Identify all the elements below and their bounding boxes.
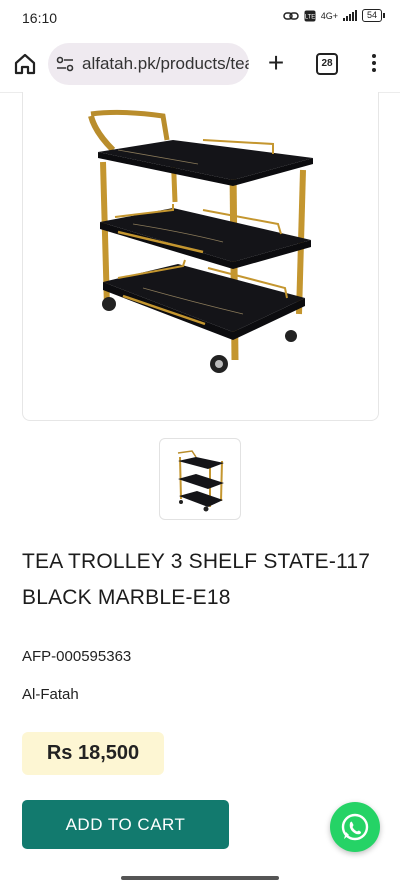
product-main-image[interactable] [22,92,379,421]
battery-indicator: 54 [361,9,386,22]
volte-icon: LTE [304,10,316,21]
status-bar: 16:10 LTE 4G+ 54 [0,0,400,36]
network-type: 4G+ [320,10,338,21]
product-brand: Al-Fatah [22,686,79,703]
home-icon[interactable] [12,51,38,77]
tabs-icon[interactable]: 28 [316,53,338,75]
plus-icon[interactable]: + [262,49,290,78]
product-thumbnail[interactable] [159,438,241,520]
whatsapp-icon [341,813,369,841]
price-badge: Rs 18,500 [22,732,164,775]
tea-trolley-thumbnail [177,450,224,512]
more-vert-icon[interactable] [367,52,381,76]
gesture-navigation-bar[interactable] [121,876,279,880]
svg-text:LTE: LTE [304,14,315,20]
signal-icon [342,10,357,21]
whatsapp-button[interactable] [330,802,380,852]
browser-toolbar: alfatah.pk/products/tea-trolley + 28 [0,36,400,93]
url-text: alfatah.pk/products/tea-trolley [82,54,249,73]
add-to-cart-button[interactable]: ADD TO CART [22,800,229,849]
link-icon [282,11,299,20]
tab-count: 28 [321,58,333,69]
product-title: TEA TROLLEY 3 SHELF STATE-117 BLACK MARB… [22,550,371,609]
product-price: Rs 18,500 [46,742,140,764]
site-info-icon[interactable] [56,56,74,72]
tea-trolley-image [88,109,313,373]
status-time: 16:10 [22,10,58,26]
product-page: TEA TROLLEY 3 SHELF STATE-117 BLACK MARB… [0,92,400,888]
status-icons: LTE 4G+ 54 [282,9,386,22]
product-sku: AFP-000595363 [22,648,132,665]
address-bar[interactable]: alfatah.pk/products/tea-trolley [48,43,249,85]
